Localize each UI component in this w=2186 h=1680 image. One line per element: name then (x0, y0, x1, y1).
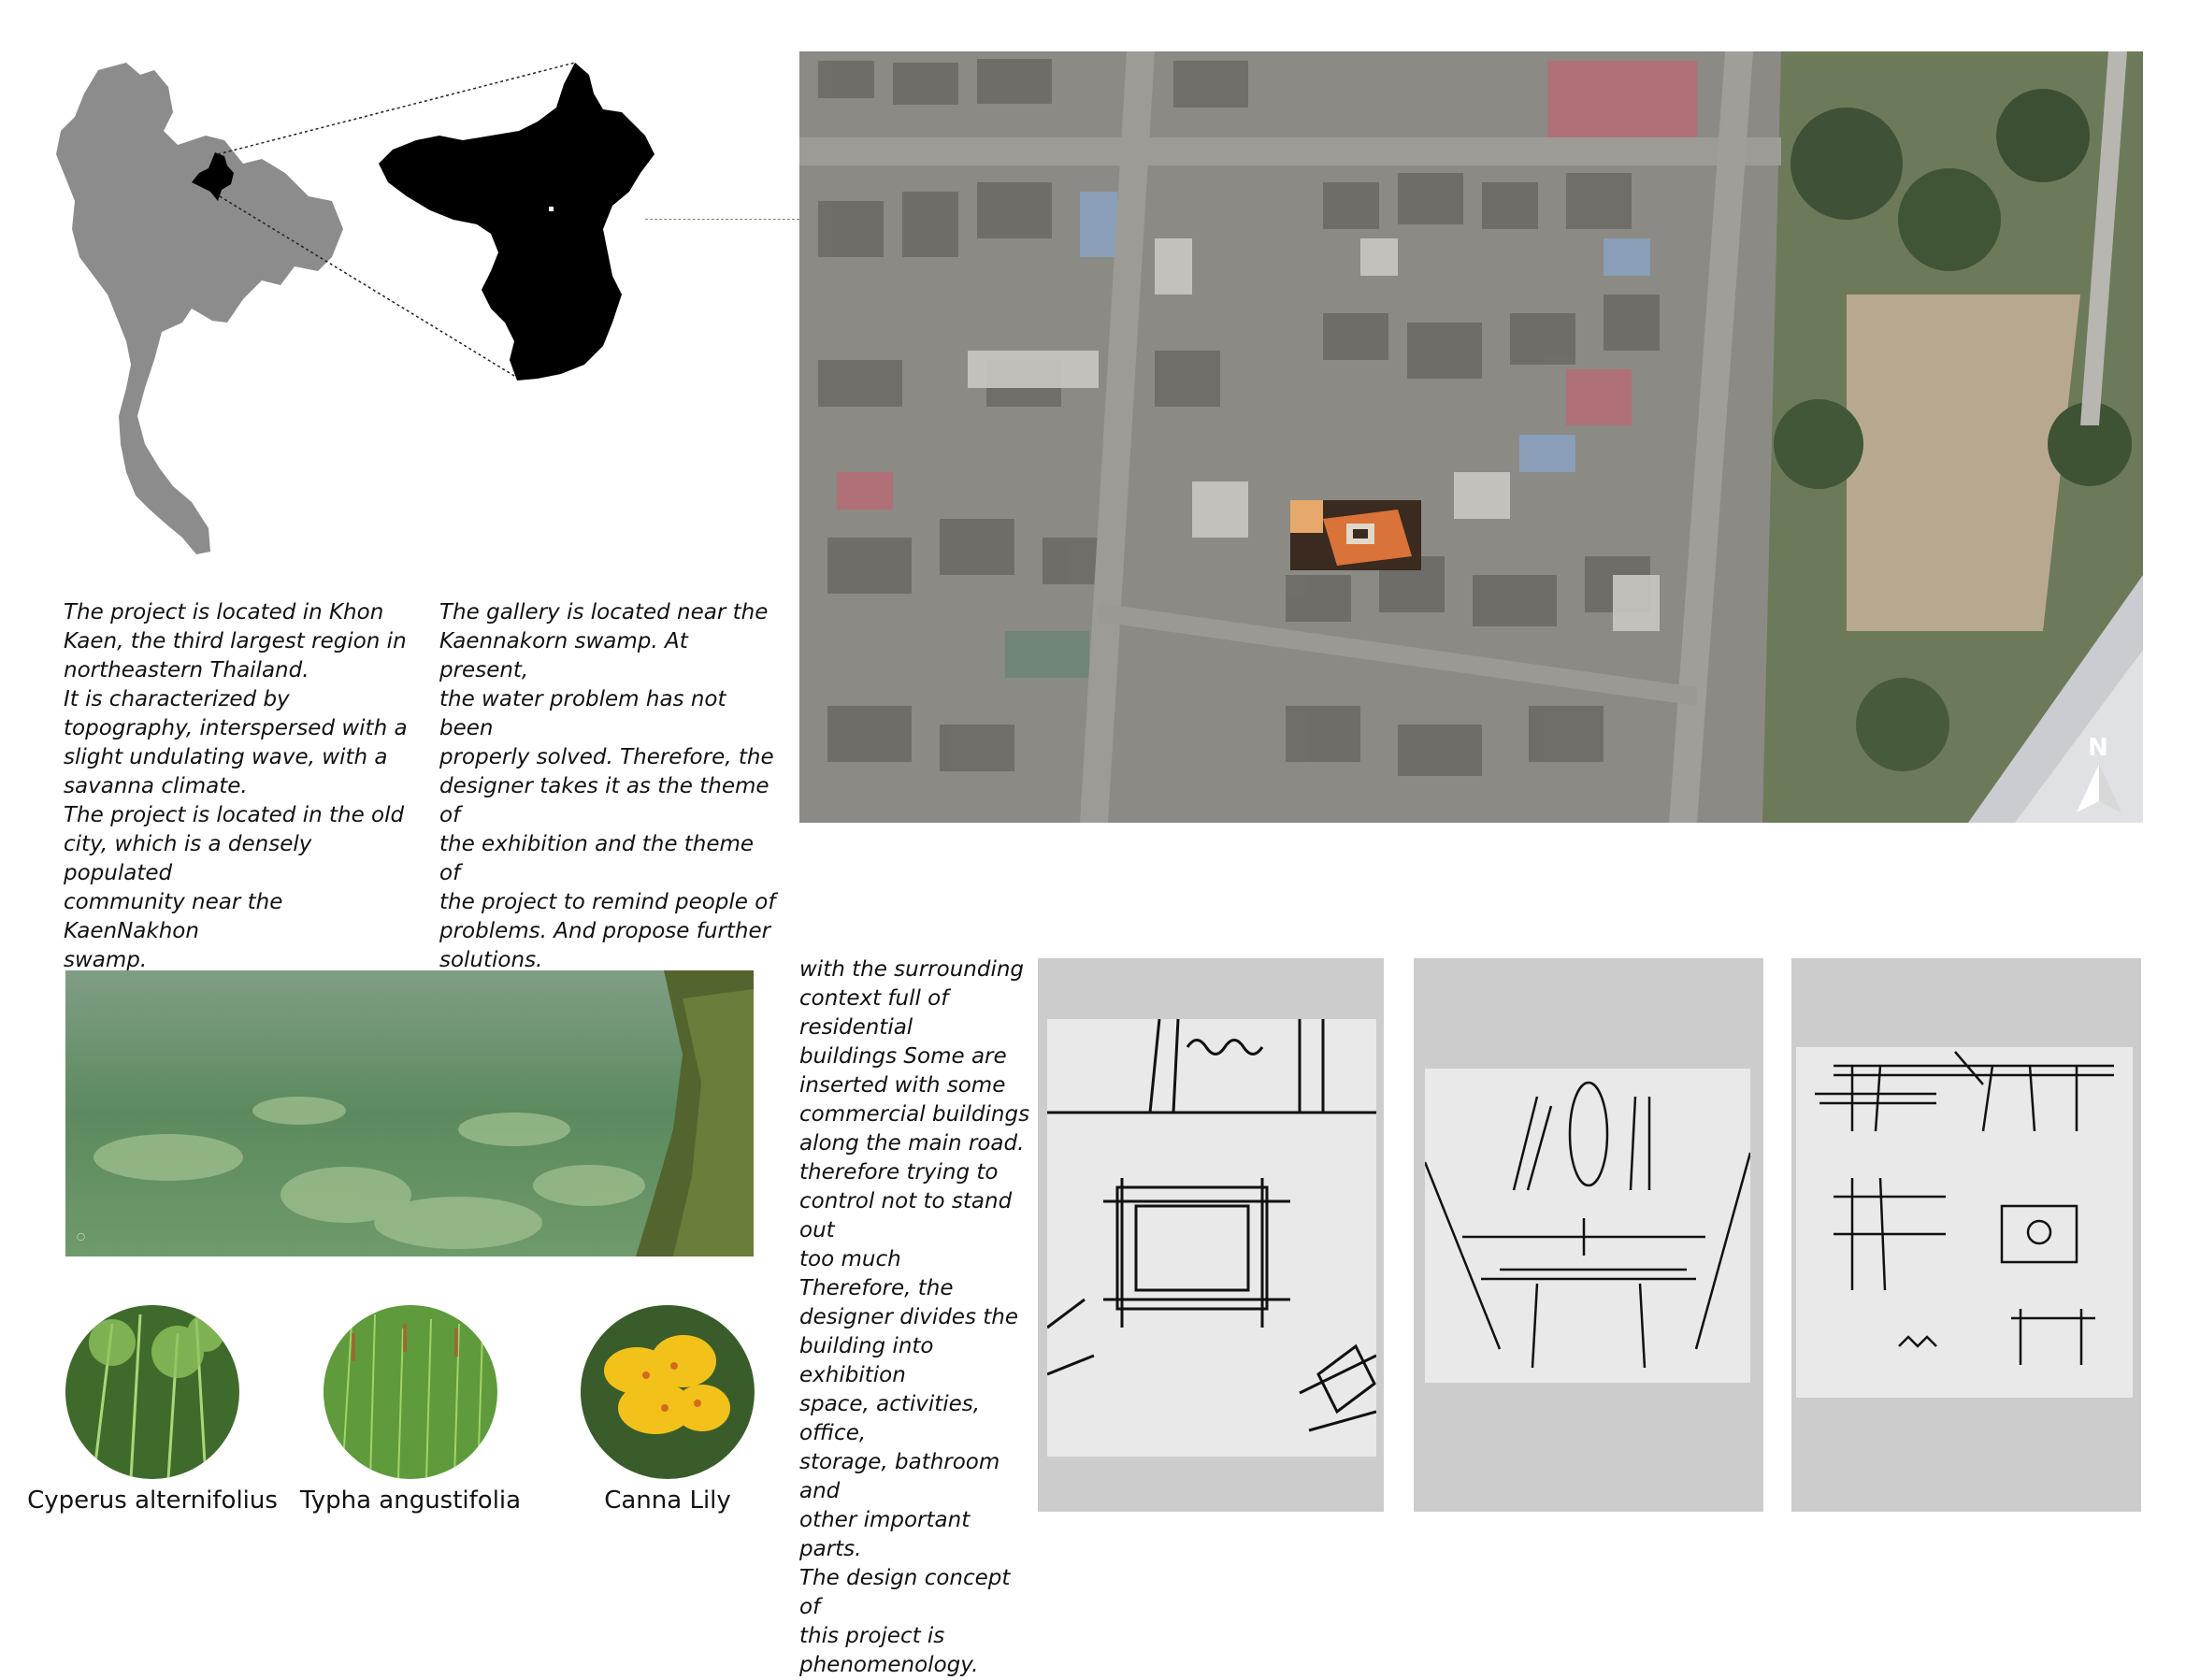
swamp-water-photo: ◯ (65, 970, 754, 1256)
yellow-canna-flower-photo (581, 1305, 755, 1479)
cattail-grass-photo (324, 1305, 497, 1479)
aerial-site-map: N (799, 51, 2143, 823)
location-description-paragraph: The project is located in Khon Kaen, the… (64, 600, 408, 972)
photo-date-stamp: ◯ (77, 1232, 85, 1241)
north-label: N (2088, 734, 2108, 762)
thailand-location-map (56, 62, 654, 554)
design-concept-paragraph: with the surrounding context full of res… (799, 957, 1030, 1677)
plant-name-canna: Canna Lily (604, 1486, 731, 1515)
north-arrow-icon: N (2071, 734, 2127, 818)
leader-line (645, 219, 799, 220)
sketch-panel-1 (1038, 958, 1384, 1512)
plan-sketch (1047, 1019, 1376, 1457)
sketch-panel-2 (1414, 958, 1763, 1512)
project-site-marker (1290, 500, 1421, 570)
thailand-outline (56, 63, 343, 554)
papyrus-plant-photo (65, 1305, 239, 1479)
sketch-panel-3 (1791, 958, 2141, 1512)
khon-kaen-province-enlarged (379, 63, 654, 381)
section-sketch (1425, 1069, 1750, 1383)
gallery-description-paragraph: The gallery is located near the Kaennako… (439, 600, 776, 972)
elevation-sketch (1796, 1047, 2133, 1398)
